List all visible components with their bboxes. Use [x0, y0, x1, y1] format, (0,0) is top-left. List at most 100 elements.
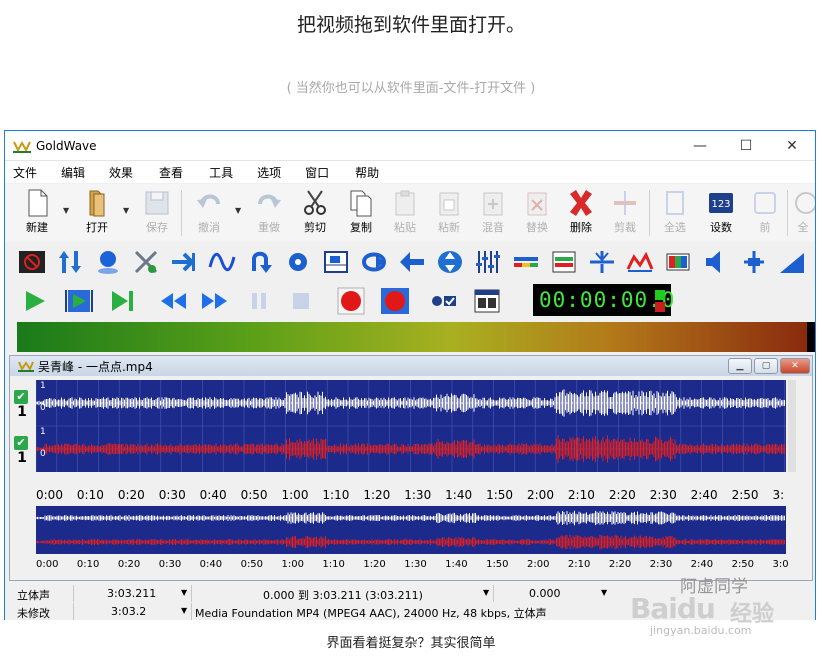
control-properties-icon[interactable]: [427, 286, 459, 316]
new-dropdown-icon[interactable]: ▼: [63, 206, 69, 215]
mix-button[interactable]: 混音: [471, 188, 515, 240]
close-button[interactable]: ✕: [769, 131, 815, 161]
effects-toolbar: [5, 244, 815, 280]
timeline-tick-label: 0:20: [117, 559, 141, 570]
right-channel-control[interactable]: ✔ 1: [14, 436, 30, 472]
reverse-icon[interactable]: [397, 248, 427, 276]
time-warp-icon[interactable]: [587, 248, 617, 276]
echo-icon[interactable]: [169, 248, 199, 276]
match-volume-icon[interactable]: [739, 248, 769, 276]
timeline-tick-label: 0:20: [117, 488, 145, 502]
record-icon[interactable]: [335, 286, 367, 316]
spectrum-filter-icon[interactable]: [549, 248, 579, 276]
filter-icon[interactable]: [207, 248, 237, 276]
timeline-tick-label: 0:30: [158, 559, 182, 570]
timeline-tick-label: 2:00: [527, 488, 554, 502]
document-maximize-button[interactable]: ▢: [754, 358, 778, 374]
resample-icon[interactable]: [435, 248, 465, 276]
redo-button[interactable]: 重做: [247, 188, 291, 240]
all-label: 全: [797, 221, 809, 234]
duration-dropdown-icon[interactable]: ▼: [181, 606, 187, 615]
pause-icon[interactable]: [243, 286, 275, 316]
volume-shape-icon[interactable]: [625, 248, 655, 276]
level-meter-end: [807, 322, 815, 352]
waveform-scrollbar[interactable]: [788, 380, 796, 472]
document-close-button[interactable]: ✕: [780, 358, 810, 374]
menu-tools[interactable]: 工具: [209, 164, 233, 181]
undo-button[interactable]: 撤消: [187, 188, 231, 240]
trim-button[interactable]: 剪裁: [603, 188, 647, 240]
open-dropdown-icon[interactable]: ▼: [123, 206, 129, 215]
paste-new-label: 粘新: [438, 221, 460, 234]
menu-file[interactable]: 文件: [13, 164, 37, 181]
change-pitch-icon[interactable]: [55, 248, 85, 276]
length-dropdown-icon[interactable]: ▼: [181, 588, 187, 597]
time-display: 00:00:00.0: [533, 284, 674, 316]
paste-label: 粘贴: [394, 221, 416, 234]
right-channel-check-icon[interactable]: ✔: [14, 436, 28, 450]
play-selection-icon[interactable]: [63, 286, 95, 316]
menu-view[interactable]: 查看: [159, 164, 183, 181]
doppler-icon[interactable]: [93, 248, 123, 276]
paste-button[interactable]: 粘贴: [383, 188, 427, 240]
new-label: 新建: [26, 221, 48, 234]
menu-help[interactable]: 帮助: [355, 164, 379, 181]
stop-effect-icon[interactable]: [17, 248, 47, 276]
copy-button[interactable]: 复制: [339, 188, 383, 240]
paste-new-button[interactable]: 粘新: [427, 188, 471, 240]
open-label: 打开: [86, 221, 108, 234]
equalizer-icon[interactable]: [473, 248, 503, 276]
position-dropdown-icon[interactable]: ▼: [601, 588, 607, 597]
record-selection-icon[interactable]: [379, 286, 411, 316]
delete-button[interactable]: 删除: [559, 188, 603, 240]
play-icon[interactable]: [19, 286, 51, 316]
stop-icon[interactable]: [285, 286, 317, 316]
menu-window[interactable]: 窗口: [305, 164, 329, 181]
minimize-button[interactable]: —: [677, 131, 723, 161]
invert-icon[interactable]: [245, 248, 275, 276]
mix-icon: [483, 192, 503, 216]
timeline-tick-label: 0:40: [199, 559, 223, 570]
volume-icon[interactable]: [701, 248, 731, 276]
set-marker-button[interactable]: 123 设数: [699, 188, 743, 240]
previous-button[interactable]: 前: [743, 188, 787, 240]
volume-change-icon[interactable]: [663, 248, 693, 276]
rewind-icon[interactable]: [157, 286, 189, 316]
main-toolbar: 新建 ▼ 打开 ▼ 保存 撤消 ▼ 重做 剪切 复制 粘贴 粘新 混音 替换 删…: [5, 184, 815, 242]
fade-icon[interactable]: [777, 248, 807, 276]
select-all-button[interactable]: 全选: [653, 188, 697, 240]
maximize-button[interactable]: ☐: [723, 131, 769, 161]
menu-edit[interactable]: 编辑: [61, 164, 85, 181]
document-minimize-button[interactable]: ▁: [728, 358, 752, 374]
open-folder-icon: [89, 190, 105, 217]
overview-waveform[interactable]: [36, 506, 786, 554]
document-window: 吴青峰 - 一点点.mp4 ▁ ▢ ✕ ✔ 1 ✔ 1 1 0 1 0 0:00…: [9, 355, 813, 581]
silence-icon[interactable]: [511, 248, 541, 276]
copy-icon: [350, 190, 372, 217]
menu-options[interactable]: 选项: [257, 164, 281, 181]
main-waveform[interactable]: [36, 380, 786, 472]
cut-button[interactable]: 剪切: [293, 188, 337, 240]
selection-dropdown-icon[interactable]: ▼: [483, 588, 489, 597]
mechanize-icon[interactable]: [283, 248, 313, 276]
cut-label: 剪切: [304, 221, 326, 234]
offset-icon[interactable]: [321, 248, 351, 276]
save-icon: [145, 191, 169, 215]
timeline-tick-label: 2:10: [567, 488, 595, 502]
all-button[interactable]: 全: [791, 188, 815, 240]
new-button[interactable]: 新建: [15, 188, 59, 240]
pan-icon[interactable]: [359, 248, 389, 276]
timeline-tick-label: 2:30: [649, 488, 677, 502]
open-button[interactable]: 打开: [75, 188, 119, 240]
play-to-end-icon[interactable]: [107, 286, 139, 316]
left-channel-check-icon[interactable]: ✔: [14, 390, 28, 404]
fast-forward-icon[interactable]: [199, 286, 231, 316]
title-bar: GoldWave — ☐ ✕: [5, 131, 815, 161]
crossfade-icon[interactable]: [131, 248, 161, 276]
undo-dropdown-icon[interactable]: ▼: [235, 206, 241, 215]
left-channel-control[interactable]: ✔ 1: [14, 390, 30, 426]
save-button[interactable]: 保存: [135, 188, 179, 240]
replace-button[interactable]: 替换: [515, 188, 559, 240]
menu-effects[interactable]: 效果: [109, 164, 133, 181]
visual-window-icon[interactable]: [471, 286, 503, 316]
